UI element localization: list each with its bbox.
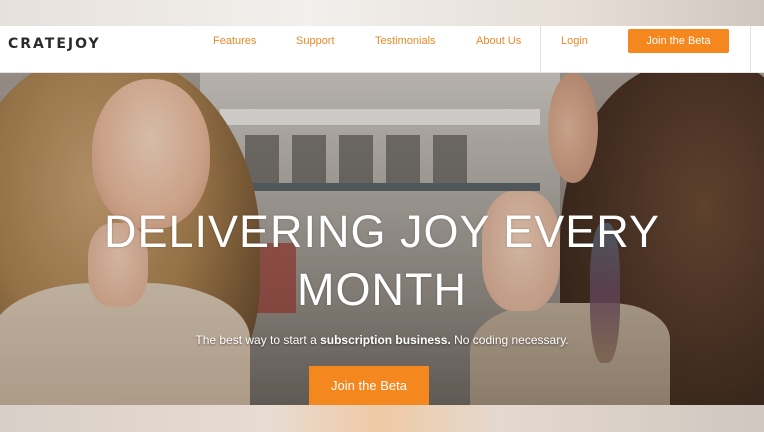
tagline-bold-text: subscription business.	[320, 333, 451, 347]
top-blur-frame	[0, 0, 764, 26]
nav-link-features[interactable]: Features	[213, 35, 256, 47]
tagline-text: The best way to start a	[195, 333, 321, 347]
nav-link-about-us[interactable]: About Us	[476, 35, 521, 47]
navbar: CRATEJOY Features Support Testimonials A…	[0, 26, 764, 73]
hero-headline-line-2: MONTH	[297, 264, 467, 315]
hero-tagline: The best way to start a subscription bus…	[0, 333, 764, 347]
bottom-blur-frame	[0, 405, 764, 432]
join-beta-hero-button[interactable]: Join the Beta	[309, 366, 429, 405]
tagline-text: No coding necessary.	[450, 333, 569, 347]
join-beta-nav-button[interactable]: Join the Beta	[628, 29, 729, 53]
hero-section: DELIVERING JOY EVERY MONTH The best way …	[0, 73, 764, 405]
nav-divider	[750, 26, 751, 72]
nav-link-testimonials[interactable]: Testimonials	[375, 35, 436, 47]
cratejoy-logo[interactable]: CRATEJOY	[8, 36, 101, 52]
nav-divider	[540, 26, 541, 72]
hero-headline: DELIVERING JOY EVERY MONTH	[0, 203, 764, 319]
nav-link-support[interactable]: Support	[296, 35, 335, 47]
hero-headline-line-1: DELIVERING JOY EVERY	[103, 206, 661, 257]
nav-link-login[interactable]: Login	[561, 35, 588, 47]
